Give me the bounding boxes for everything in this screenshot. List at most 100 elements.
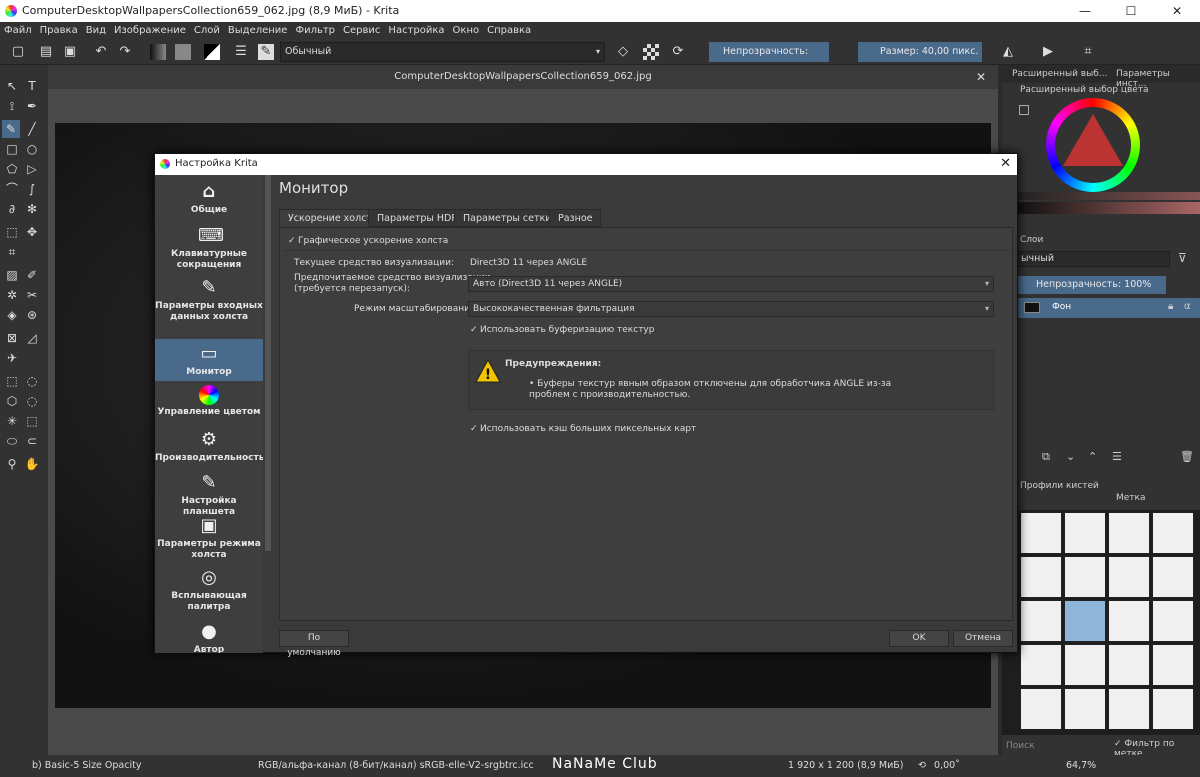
sidebar-item-performance[interactable]: ⚙ Производительность	[155, 429, 263, 469]
polyline-tool-icon[interactable]: ▷	[23, 160, 41, 178]
brush-preset[interactable]	[1152, 644, 1194, 686]
save-icon[interactable]: ▣	[62, 44, 78, 60]
duplicate-layer-icon[interactable]: ⧉	[1042, 450, 1050, 464]
gpu-acceleration-checkbox[interactable]: ✓ Графическое ускорение холста	[288, 236, 448, 246]
mirror-horizontal-icon[interactable]: ◭	[1000, 44, 1016, 60]
delete-layer-icon[interactable]: 🗑︎	[1180, 450, 1194, 463]
status-colorspace[interactable]: RGB/альфа-канал (8-бит/канал) sRGB-elle-…	[258, 760, 534, 771]
bezier-select-icon[interactable]: ⬭	[3, 432, 21, 450]
magnetic-select-icon[interactable]: ⊂	[23, 432, 41, 450]
brush-preset[interactable]	[1020, 688, 1062, 730]
calligraphy-icon[interactable]: ✒	[23, 97, 41, 115]
colorize-mask-icon[interactable]: ✲	[3, 286, 21, 304]
color-history-bar-2[interactable]	[1018, 202, 1200, 214]
scaling-mode-select[interactable]: Высококачественная фильтрация ▾	[468, 301, 994, 317]
brush-preset[interactable]	[1108, 600, 1150, 642]
brush-preset[interactable]	[1064, 512, 1106, 554]
move-layer-up-icon[interactable]: ⌃	[1088, 450, 1097, 463]
assistant-tool-icon[interactable]: ⊠	[3, 329, 21, 347]
pan-tool-icon[interactable]: ✋	[23, 455, 41, 473]
layer-properties-icon[interactable]: ☰	[1112, 450, 1122, 463]
rectangle-tool-icon[interactable]: □	[3, 140, 21, 158]
brush-settings-icon[interactable]: ☰	[233, 44, 249, 60]
fg-bg-color-icon[interactable]	[204, 44, 220, 60]
brush-preset[interactable]	[1152, 512, 1194, 554]
crop-tool-icon[interactable]: ⌗	[3, 243, 21, 261]
color-wheel[interactable]	[1046, 98, 1140, 192]
polygon-tool-icon[interactable]: ⬠	[3, 160, 21, 178]
brush-preset[interactable]	[1020, 512, 1062, 554]
sidebar-item-author[interactable]: ● Автор	[155, 621, 263, 653]
menu-layer[interactable]: Слой	[190, 22, 224, 39]
freehand-brush-icon[interactable]: ✎	[2, 120, 20, 138]
brush-preset[interactable]	[1108, 556, 1150, 598]
menu-image[interactable]: Изображение	[110, 22, 190, 39]
defaults-button[interactable]: По умолчанию	[279, 630, 349, 658]
ellipse-tool-icon[interactable]: ○	[23, 140, 41, 158]
rotation-icon[interactable]: ⟲	[918, 760, 926, 771]
sidebar-item-canvas-input[interactable]: ✎ Параметры входных данных холста	[155, 277, 263, 337]
brush-preset[interactable]	[1064, 556, 1106, 598]
tab-grid[interactable]: Параметры сетки	[454, 209, 561, 227]
color-picker-icon[interactable]: ✐	[23, 266, 41, 284]
brush-tag-select[interactable]: Метка	[1116, 493, 1146, 503]
menu-view[interactable]: Вид	[82, 22, 110, 39]
transform-tool-icon[interactable]: ⬚	[3, 223, 21, 241]
open-document-icon[interactable]: ▤	[38, 44, 54, 60]
similar-select-icon[interactable]: ⬚	[23, 412, 41, 430]
tab-hdr[interactable]: Параметры HDR	[368, 209, 467, 227]
layer-opacity-slider[interactable]: Непрозрачность: 100%	[1016, 276, 1166, 294]
text-tool-icon[interactable]: T	[23, 77, 41, 95]
fill-tool-icon[interactable]: ◈	[3, 306, 21, 324]
gradient-tool-icon[interactable]: ▨	[3, 266, 21, 284]
menu-window[interactable]: Окно	[449, 22, 484, 39]
menu-file[interactable]: Файл	[0, 22, 36, 39]
color-settings-icon[interactable]	[1019, 105, 1029, 115]
brush-preset[interactable]	[1152, 556, 1194, 598]
sidebar-item-shortcuts[interactable]: ⌨ Клавиатурные сокращения	[155, 225, 263, 271]
polygon-select-icon[interactable]: ⬡	[3, 392, 21, 410]
close-dialog-button[interactable]: ✕	[1000, 156, 1011, 171]
color-triangle[interactable]	[1063, 114, 1123, 166]
ok-button[interactable]: OK	[889, 630, 949, 647]
edit-shapes-icon[interactable]: ⟟	[3, 97, 21, 115]
smart-patch-icon[interactable]: ✂	[23, 286, 41, 304]
dynamic-brush-icon[interactable]: ∂	[3, 200, 21, 218]
select-shapes-icon[interactable]: ↖	[3, 77, 21, 95]
brush-preset[interactable]	[1108, 688, 1150, 730]
ellipse-select-icon[interactable]: ◌	[23, 372, 41, 390]
blend-mode-select[interactable]: Обычный ▾	[280, 42, 605, 62]
brush-preset[interactable]	[1020, 600, 1062, 642]
maximize-button[interactable]: ☐	[1108, 0, 1154, 22]
color-history-bar[interactable]	[1018, 192, 1200, 200]
close-window-button[interactable]: ✕	[1154, 0, 1200, 22]
opacity-slider[interactable]: Непрозрачность: 100%	[709, 42, 829, 77]
menu-tools[interactable]: Сервис	[339, 22, 384, 39]
brush-preset[interactable]	[1020, 644, 1062, 686]
brush-preset[interactable]	[1064, 644, 1106, 686]
rect-select-icon[interactable]: ⬚	[3, 372, 21, 390]
move-layer-down-icon[interactable]: ⌄	[1066, 450, 1075, 463]
freehand-select-icon[interactable]: ◌	[23, 392, 41, 410]
filter-icon[interactable]: ⊽	[1178, 251, 1187, 265]
sidebar-item-popup-palette[interactable]: ◎ Всплывающая палитра	[155, 567, 263, 617]
enclose-fill-icon[interactable]: ⊛	[23, 306, 41, 324]
eraser-icon[interactable]: ◇	[615, 44, 631, 60]
zoom-tool-icon[interactable]: ⚲	[3, 455, 21, 473]
cancel-button[interactable]: Отмена	[953, 630, 1013, 647]
sidebar-item-canvas-only[interactable]: ▣ Параметры режима холста	[155, 515, 263, 563]
layer-lock-icon[interactable]: 🔒︎	[1168, 301, 1173, 312]
brush-preset[interactable]	[1152, 688, 1194, 730]
layer-alpha-icon[interactable]: α	[1184, 301, 1191, 312]
new-document-icon[interactable]: ▢	[10, 44, 26, 60]
measure-tool-icon[interactable]: ◿	[23, 329, 41, 347]
line-tool-icon[interactable]: ╱	[23, 120, 41, 138]
alpha-lock-icon[interactable]	[643, 44, 659, 60]
freehand-path-icon[interactable]: ∫	[23, 180, 41, 198]
menu-select[interactable]: Выделение	[224, 22, 292, 39]
close-document-icon[interactable]: ✕	[976, 65, 986, 89]
brush-preset[interactable]	[1108, 644, 1150, 686]
reload-preset-icon[interactable]: ⟳	[670, 44, 686, 60]
minimize-button[interactable]: —	[1062, 0, 1108, 22]
preferred-renderer-select[interactable]: Авто (Direct3D 11 через ANGLE) ▾	[468, 276, 994, 292]
